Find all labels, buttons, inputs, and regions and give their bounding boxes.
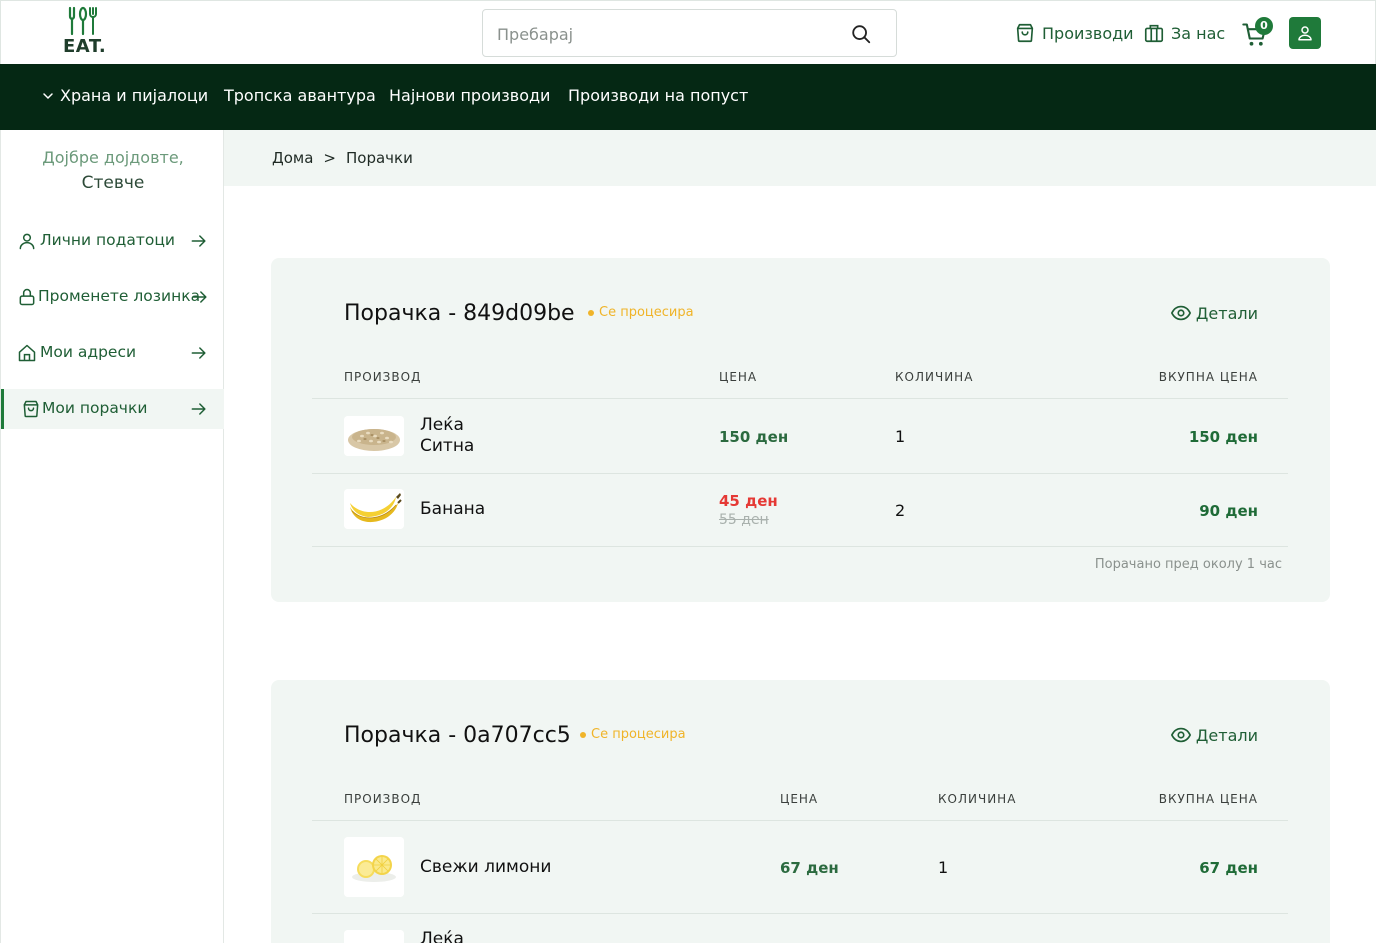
shopping-bag-icon <box>1016 23 1034 43</box>
user-icon <box>1298 26 1312 41</box>
quantity-value: 1 <box>895 427 906 446</box>
column-header-product: ПРОИЗВОД <box>344 370 422 384</box>
quantity-value: 1 <box>938 858 949 877</box>
sidebar-item-label: Мои адреси <box>40 343 137 361</box>
account-button[interactable] <box>1289 17 1321 49</box>
lemon-image <box>344 837 404 897</box>
welcome-text: Дојбре дојдовте, <box>42 148 184 167</box>
unit-price: 150 ден <box>719 428 789 446</box>
nav-food-drinks-label: Храна и пијалоци <box>60 86 209 105</box>
details-button[interactable]: Детали <box>1170 724 1258 746</box>
eat-logo[interactable]: EAT. <box>63 6 107 60</box>
lentils-image <box>344 416 404 456</box>
status-label: Се процесира <box>599 305 694 320</box>
original-price: 55 ден <box>719 512 769 528</box>
search-icon[interactable] <box>850 23 872 45</box>
arrow-right-icon <box>192 291 207 303</box>
nav-newest-products-label: Најнови производи <box>389 86 551 105</box>
breadcrumb-current: Порачки <box>345 149 413 167</box>
column-header-total: ВКУПНА ЦЕНА <box>1158 370 1258 384</box>
eye-icon <box>1170 305 1191 321</box>
ordered-time: Порачано пред околу 1 час <box>1094 557 1282 572</box>
divider <box>312 546 1288 547</box>
status-badge: Се процесира <box>588 305 694 320</box>
details-label: Детали <box>1195 303 1258 323</box>
sidebar-item-label: Променете лозинка <box>38 287 201 305</box>
product-name[interactable]: Банана <box>420 499 485 520</box>
about-link-label: За нас <box>1171 23 1226 43</box>
divider <box>312 473 1288 474</box>
nav-newest-products[interactable]: Најнови производи <box>389 86 550 105</box>
product-name[interactable]: Леќа Ситна <box>420 415 474 457</box>
column-header-price: ЦЕНА <box>780 792 819 806</box>
nav-tropical-adventure[interactable]: Тропска авантура <box>224 86 376 105</box>
order-title: Порачка - 0a707cc5 <box>344 723 571 748</box>
sidebar-item-personal-data[interactable]: Лични податоци <box>1 221 224 261</box>
column-header-quantity: КОЛИЧИНА <box>938 792 1017 806</box>
status-dot <box>588 309 594 316</box>
eye-icon <box>1170 727 1191 743</box>
products-link-label: Производи <box>1042 23 1134 43</box>
main-navigation: Храна и пијалоци Тропска авантура Најнов… <box>0 64 1376 130</box>
order-card: Порачка - 849d09be Се процесира Детали П… <box>271 258 1330 602</box>
divider <box>312 913 1288 914</box>
column-header-total: ВКУПНА ЦЕНА <box>1158 792 1258 806</box>
sidebar-item-label: Мои порачки <box>42 399 148 417</box>
cart-count-badge: 0 <box>1255 17 1273 35</box>
breadcrumb-home[interactable]: Дома <box>272 149 313 167</box>
line-total: 90 ден <box>1199 502 1258 520</box>
arrow-right-icon <box>191 347 206 359</box>
status-badge: Се процесира <box>580 727 686 742</box>
sidebar-item-my-orders[interactable]: Мои порачки <box>1 389 224 429</box>
logo-text: EAT. <box>63 36 107 57</box>
line-total: 150 ден <box>1188 428 1258 446</box>
status-dot <box>580 731 586 738</box>
home-icon <box>18 344 36 362</box>
shopping-bag-icon <box>23 400 39 418</box>
search-box <box>482 9 897 57</box>
details-label: Детали <box>1195 725 1258 745</box>
line-total: 67 ден <box>1199 859 1258 877</box>
sale-price: 45 ден <box>719 492 778 510</box>
nav-food-drinks[interactable]: Храна и пијалоци <box>42 86 208 105</box>
user-name: Стевче <box>81 173 145 193</box>
lentils-image <box>344 930 404 943</box>
banana-image <box>344 489 404 529</box>
breadcrumb: Дома > Порачки <box>272 149 413 167</box>
nav-discount-products[interactable]: Производи на попуст <box>568 86 748 105</box>
products-link[interactable]: Производи <box>1014 21 1134 45</box>
unit-price: 67 ден <box>780 859 839 877</box>
nav-tropical-adventure-label: Тропска авантура <box>224 86 376 105</box>
top-header: EAT. Производи За нас 0 <box>0 0 1376 64</box>
about-link[interactable]: За нас <box>1143 21 1225 45</box>
arrow-right-icon <box>191 235 206 247</box>
status-label: Се процесира <box>591 727 686 742</box>
arrow-right-icon <box>191 403 206 415</box>
order-card: Порачка - 0a707cc5 Се процесира Детали П… <box>271 680 1330 943</box>
sidebar-item-label: Лични податоци <box>40 231 175 249</box>
column-header-quantity: КОЛИЧИНА <box>895 370 974 384</box>
divider <box>312 820 1288 821</box>
column-header-product: ПРОИЗВОД <box>344 792 422 806</box>
column-header-price: ЦЕНА <box>719 370 758 384</box>
lock-icon <box>19 288 35 306</box>
breadcrumb-separator: > <box>323 149 336 167</box>
cutlery-icon <box>68 6 97 36</box>
details-button[interactable]: Детали <box>1170 302 1258 324</box>
breadcrumb-bar: Дома > Порачки <box>224 130 1376 186</box>
sidebar-item-my-addresses[interactable]: Мои адреси <box>1 333 224 373</box>
product-name[interactable]: Свежи лимони <box>420 857 551 878</box>
order-title: Порачка - 849d09be <box>344 301 575 326</box>
product-name[interactable]: Леќа <box>420 929 464 943</box>
account-sidebar: Дојбре дојдовте, Стевче Лични податоци П… <box>0 130 224 943</box>
cart-button[interactable]: 0 <box>1241 17 1275 48</box>
divider <box>312 398 1288 399</box>
sidebar-item-change-password[interactable]: Променете лозинка <box>1 277 224 317</box>
user-icon <box>19 233 35 250</box>
gift-icon <box>1144 24 1164 43</box>
chevron-down-icon <box>43 92 53 99</box>
nav-discount-products-label: Производи на попуст <box>568 86 749 105</box>
quantity-value: 2 <box>895 501 906 520</box>
search-input[interactable] <box>497 21 837 47</box>
